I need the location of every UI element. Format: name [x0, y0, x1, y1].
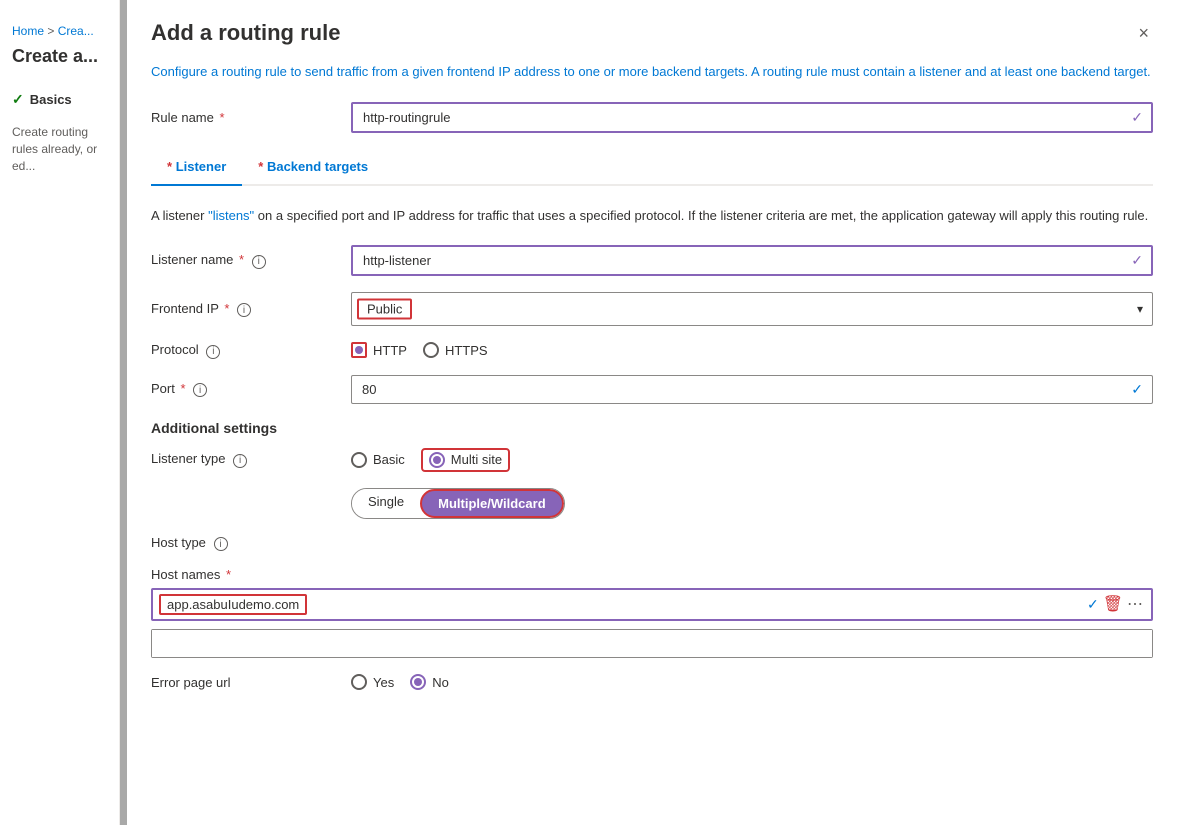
error-page-no-label: No [432, 675, 449, 690]
protocol-row: Protocol i HTTP [151, 342, 1153, 359]
port-label: Port * i [151, 381, 351, 398]
listener-type-row: Listener type i Basic [151, 448, 1153, 472]
panel-description: Configure a routing rule to send traffic… [151, 62, 1153, 82]
rule-name-check-icon: ✓ [1131, 109, 1143, 126]
error-page-url-row: Error page url Yes No [151, 674, 1153, 690]
breadcrumb-create[interactable]: Crea... [58, 24, 94, 38]
frontend-ip-row: Frontend IP * i Public Public ▾ [151, 292, 1153, 326]
breadcrumb-separator: > [47, 24, 57, 38]
additional-settings-heading: Additional settings [151, 420, 1153, 436]
port-input[interactable] [351, 375, 1153, 404]
host-type-label: Host type i [151, 535, 351, 552]
listener-name-input-wrap: ✓ [351, 245, 1153, 276]
required-star: * [220, 110, 225, 125]
sidebar-basics-label: Basics [30, 92, 72, 107]
listener-type-multisite-label: Multi site [451, 452, 502, 467]
tab-listener[interactable]: * Listener [151, 149, 242, 186]
check-icon: ✓ [12, 91, 24, 108]
host-type-info-icon[interactable]: i [214, 537, 228, 551]
listener-type-multisite-radio[interactable] [429, 452, 445, 468]
listener-type-basic-radio[interactable] [351, 452, 367, 468]
frontend-ip-info-icon[interactable]: i [237, 303, 251, 317]
breadcrumb-home[interactable]: Home [12, 24, 44, 38]
host-name-second-row [151, 629, 1153, 658]
host-names-label-row: Host names * [151, 567, 1153, 582]
host-type-row: Single Multiple/Wildcard [151, 488, 1153, 519]
protocol-http-radio[interactable] [351, 342, 367, 358]
error-page-url-label: Error page url [151, 675, 351, 690]
listener-type-label: Listener type i [151, 451, 351, 468]
error-page-yes-label: Yes [373, 675, 394, 690]
tabs-row: * Listener * Backend targets [151, 149, 1153, 186]
host-name-more-button[interactable]: ⋯ [1127, 597, 1143, 613]
listener-name-input[interactable] [351, 245, 1153, 276]
panel: Add a routing rule × Configure a routing… [127, 0, 1177, 825]
panel-title: Add a routing rule [151, 20, 340, 46]
host-type-wildcard-option[interactable]: Multiple/Wildcard [420, 489, 564, 518]
host-name-first-row: app.asabuIudemo.com ✓ 🗑 ⋯ [151, 588, 1153, 621]
host-name-value-highlight: app.asabuIudemo.com [159, 594, 307, 615]
listener-type-basic-label: Basic [373, 452, 405, 467]
frontend-ip-label: Frontend IP * i [151, 301, 351, 318]
port-row: Port * i ✓ [151, 375, 1153, 404]
protocol-radio-group: HTTP HTTPS [351, 342, 488, 358]
port-check-icon: ✓ [1131, 381, 1143, 398]
protocol-https-radio[interactable] [423, 342, 439, 358]
error-page-no-option[interactable]: No [410, 674, 449, 690]
protocol-https-label: HTTPS [445, 343, 488, 358]
listener-name-info-icon[interactable]: i [252, 255, 266, 269]
modal-overlay: Add a routing rule × Configure a routing… [120, 0, 1177, 825]
host-names-label: Host names * [151, 567, 231, 582]
rule-name-input-wrap: ✓ [351, 102, 1153, 133]
listener-type-info-icon[interactable]: i [233, 454, 247, 468]
error-page-yes-radio[interactable] [351, 674, 367, 690]
tab-backend-star: * [258, 159, 263, 174]
tab-listener-star: * [167, 159, 172, 174]
listener-type-multisite-option[interactable]: Multi site [429, 452, 502, 468]
sidebar-item-basics[interactable]: ✓ Basics [0, 83, 119, 116]
listener-description: A listener "listens" on a specified port… [151, 206, 1153, 226]
rule-name-input[interactable] [351, 102, 1153, 133]
host-names-section: Host names * app.asabuIudemo.com ✓ [151, 567, 1153, 658]
host-name-check-icon: ✓ [1087, 596, 1099, 613]
close-button[interactable]: × [1134, 20, 1153, 46]
listener-name-label: Listener name * i [151, 252, 351, 269]
listener-name-check-icon: ✓ [1131, 252, 1143, 269]
rule-name-label: Rule name * [151, 110, 351, 125]
host-name-delete-button[interactable]: 🗑 [1103, 597, 1123, 613]
protocol-http-option[interactable]: HTTP [351, 342, 407, 358]
port-input-wrap: ✓ [351, 375, 1153, 404]
sidebar: Home > Crea... Create a... ✓ Basics Crea… [0, 0, 120, 825]
error-page-no-radio[interactable] [410, 674, 426, 690]
main-content: Add a routing rule × Configure a routing… [120, 0, 1177, 825]
protocol-label: Protocol i [151, 342, 351, 359]
panel-body: Configure a routing rule to send traffic… [127, 62, 1177, 730]
error-page-radio-group: Yes No [351, 674, 449, 690]
protocol-info-icon[interactable]: i [206, 345, 220, 359]
frontend-ip-select[interactable]: Public [351, 292, 1153, 326]
host-name-second-input[interactable] [152, 630, 1152, 657]
sidebar-title: Create a... [0, 42, 119, 83]
sidebar-description: Create routing rules already, or ed... [0, 116, 119, 182]
listener-type-multisite-highlight: Multi site [421, 448, 510, 472]
host-type-label-row: Host type i [151, 535, 1153, 552]
port-info-icon[interactable]: i [193, 383, 207, 397]
tab-backend-targets[interactable]: * Backend targets [242, 149, 384, 186]
listener-name-row: Listener name * i ✓ [151, 245, 1153, 276]
listener-type-basic-option[interactable]: Basic [351, 452, 405, 468]
frontend-ip-dropdown-wrap: Public Public ▾ [351, 292, 1153, 326]
panel-header: Add a routing rule × [127, 0, 1177, 62]
protocol-https-option[interactable]: HTTPS [423, 342, 488, 358]
breadcrumb: Home > Crea... [0, 16, 119, 42]
host-type-toggle-group: Single Multiple/Wildcard [351, 488, 565, 519]
rule-name-row: Rule name * ✓ [151, 102, 1153, 133]
host-name-actions: ✓ 🗑 ⋯ [1087, 596, 1151, 613]
listener-type-radio-group: Basic Multi site [351, 448, 510, 472]
protocol-http-label: HTTP [373, 343, 407, 358]
error-page-yes-option[interactable]: Yes [351, 674, 394, 690]
host-type-single-option[interactable]: Single [352, 489, 420, 518]
